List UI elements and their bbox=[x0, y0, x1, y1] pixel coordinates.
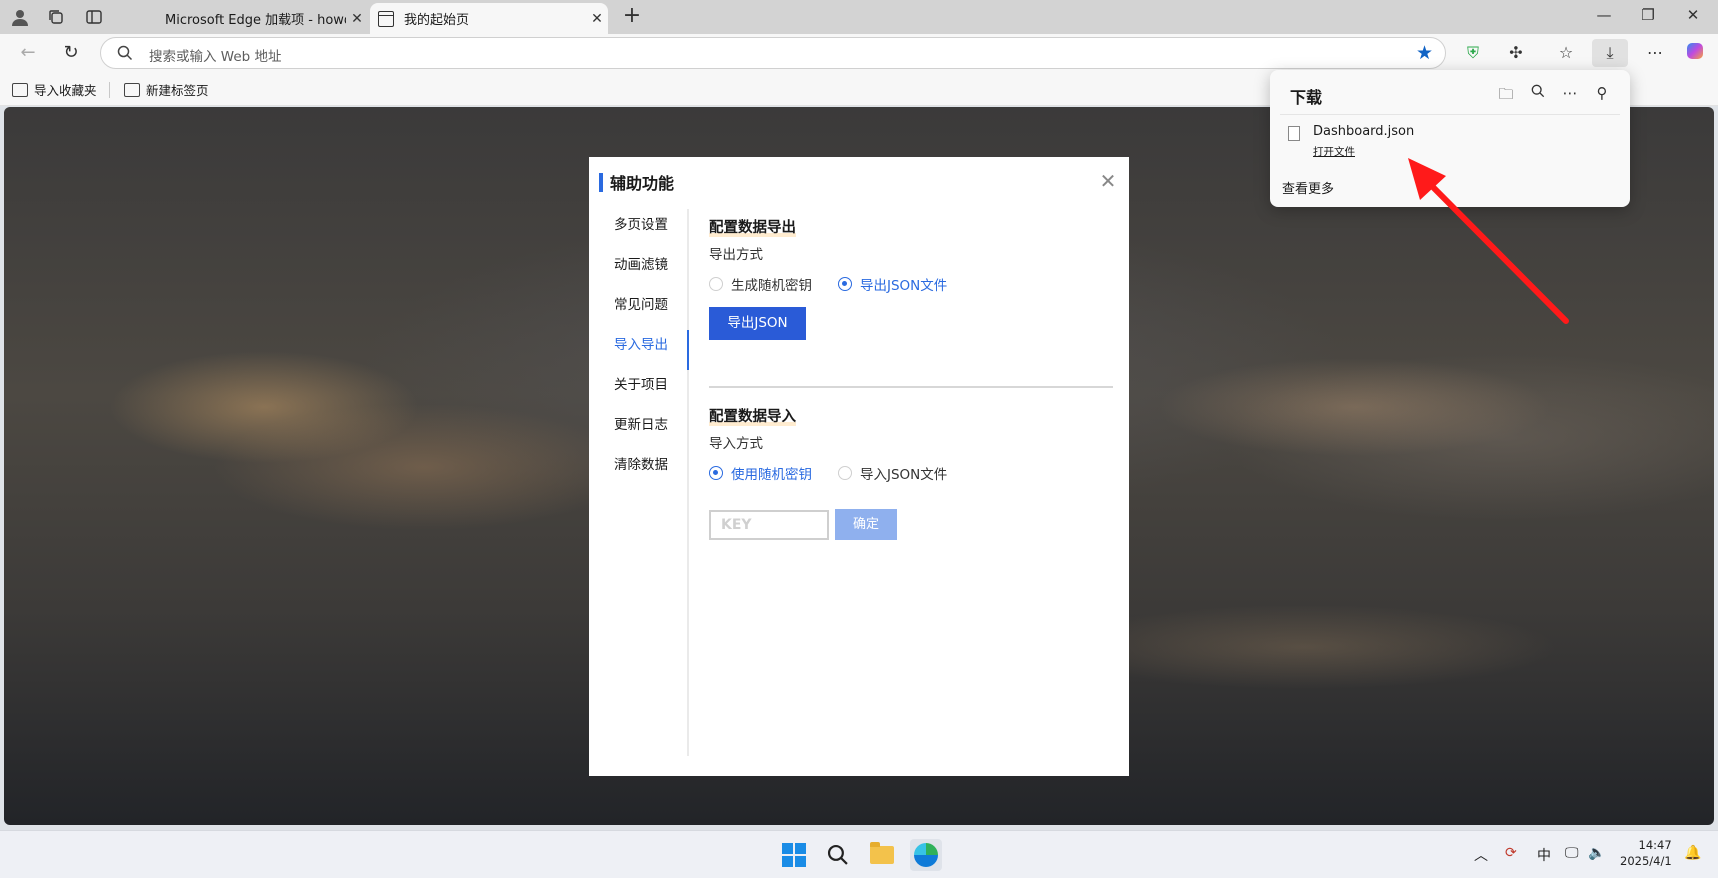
dialog-title: 辅助功能 bbox=[610, 174, 675, 193]
favbar-label: 新建标签页 bbox=[146, 83, 209, 98]
radio-dot bbox=[709, 466, 723, 480]
more-menu-icon[interactable]: ⋯ bbox=[1642, 41, 1668, 65]
pin-icon[interactable]: ⚲ bbox=[1592, 84, 1612, 104]
sidebar-item-changelog[interactable]: 更新日志 bbox=[589, 409, 689, 449]
search-icon[interactable] bbox=[1528, 84, 1548, 104]
notification-icon[interactable]: 🔔 bbox=[1684, 845, 1701, 861]
radio-label: 导入JSON文件 bbox=[860, 467, 948, 483]
close-tab-icon[interactable]: ✕ bbox=[586, 11, 608, 27]
workspaces-icon[interactable] bbox=[46, 7, 66, 27]
search-icon bbox=[117, 45, 133, 61]
open-file-link[interactable]: 打开文件 bbox=[1313, 144, 1355, 159]
network-icon[interactable]: 🖵 bbox=[1565, 845, 1579, 861]
export-json-button[interactable]: 导出JSON bbox=[709, 307, 806, 340]
sidebar-item-multipage[interactable]: 多页设置 bbox=[589, 209, 689, 249]
sidebar-item-import-export[interactable]: 导入导出 bbox=[589, 329, 689, 369]
favbar-import-favorites[interactable]: 导入收藏夹 bbox=[12, 80, 97, 99]
tab-edge-addons[interactable]: Microsoft Edge 加载项 - howdz起 ✕ bbox=[131, 3, 368, 34]
back-icon[interactable]: ← bbox=[16, 42, 40, 64]
radio-import-json[interactable]: 导入JSON文件 bbox=[838, 463, 947, 483]
divider bbox=[1280, 114, 1620, 115]
restore-icon[interactable]: ❐ bbox=[1638, 6, 1658, 26]
taskbar: ︿ ⟳ 中 🖵 🔈 14:47 2025/4/1 🔔 bbox=[0, 830, 1718, 878]
close-tab-icon[interactable]: ✕ bbox=[346, 11, 368, 27]
refresh-icon[interactable]: ↻ bbox=[59, 42, 83, 64]
volume-icon[interactable]: 🔈 bbox=[1588, 845, 1605, 861]
close-dialog-icon[interactable]: ✕ bbox=[1097, 169, 1119, 193]
downloads-title: 下载 bbox=[1290, 88, 1323, 107]
page-icon bbox=[378, 10, 394, 27]
tab-title: 我的起始页 bbox=[404, 13, 470, 28]
key-input[interactable]: KEY bbox=[709, 510, 829, 540]
tab-strip: Microsoft Edge 加载项 - howdz起 ✕ 我的起始页 ✕ + … bbox=[0, 0, 1718, 34]
divider bbox=[109, 82, 110, 98]
profile-icon[interactable] bbox=[10, 7, 30, 27]
page-icon bbox=[124, 82, 140, 97]
dialog-sidebar: 多页设置 动画滤镜 常见问题 导入导出 关于项目 更新日志 清除数据 bbox=[589, 209, 689, 489]
radio-generate-key[interactable]: 生成随机密钥 bbox=[709, 274, 812, 294]
favorites-icon[interactable]: ☆ bbox=[1553, 41, 1579, 65]
radio-use-key[interactable]: 使用随机密钥 bbox=[709, 463, 812, 483]
windows-start-icon[interactable] bbox=[778, 839, 810, 871]
sync-icon[interactable]: ⟳ bbox=[1505, 845, 1517, 861]
extensions-icon[interactable]: ✣ bbox=[1503, 41, 1529, 65]
radio-export-json[interactable]: 导出JSON文件 bbox=[838, 274, 947, 294]
favbar-new-tab[interactable]: 新建标签页 bbox=[124, 80, 209, 99]
import-icon bbox=[12, 82, 28, 97]
section-divider bbox=[709, 386, 1113, 388]
ime-indicator[interactable]: 中 bbox=[1537, 845, 1551, 865]
downloads-icon[interactable]: ⤓ bbox=[1592, 39, 1628, 67]
file-icon bbox=[1288, 126, 1300, 141]
radio-label: 生成随机密钥 bbox=[731, 278, 812, 294]
new-tab-button[interactable]: + bbox=[620, 5, 644, 29]
radio-dot bbox=[838, 277, 852, 291]
annotation-arrow-icon bbox=[1408, 158, 1569, 324]
sidebar-divider bbox=[687, 209, 689, 756]
sidebar-item-animation[interactable]: 动画滤镜 bbox=[589, 249, 689, 289]
sidebar-item-clear-data[interactable]: 清除数据 bbox=[589, 449, 689, 489]
export-method-label: 导出方式 bbox=[709, 247, 763, 263]
address-placeholder: 搜索或输入 Web 地址 bbox=[149, 49, 282, 65]
import-method-options: 使用随机密钥 导入JSON文件 bbox=[709, 463, 973, 483]
shield-icon[interactable]: ⛨ bbox=[1460, 41, 1486, 65]
accessibility-dialog: 辅助功能 ✕ 多页设置 动画滤镜 常见问题 导入导出 关于项目 更新日志 清除数… bbox=[589, 157, 1129, 776]
more-options-icon[interactable]: ⋯ bbox=[1560, 84, 1580, 104]
search-icon[interactable] bbox=[822, 839, 854, 871]
favbar-label: 导入收藏夹 bbox=[34, 83, 97, 98]
tab-start-page[interactable]: 我的起始页 ✕ bbox=[370, 3, 608, 34]
sidebar-item-about[interactable]: 关于项目 bbox=[589, 369, 689, 409]
clock[interactable]: 14:47 2025/4/1 bbox=[1620, 837, 1672, 869]
vertical-tabs-icon[interactable] bbox=[84, 7, 104, 27]
sidebar-active-indicator bbox=[687, 330, 689, 370]
import-section-title: 配置数据导入 bbox=[709, 405, 796, 426]
sidebar-item-faq[interactable]: 常见问题 bbox=[589, 289, 689, 329]
favorite-star-icon[interactable]: ★ bbox=[1416, 42, 1433, 64]
export-method-options: 生成随机密钥 导出JSON文件 bbox=[709, 274, 973, 294]
see-more-link[interactable]: 查看更多 bbox=[1282, 178, 1334, 197]
dialog-header: 辅助功能 bbox=[599, 170, 674, 194]
minimize-icon[interactable]: — bbox=[1594, 6, 1614, 26]
confirm-button[interactable]: 确定 bbox=[835, 509, 897, 540]
import-method-label: 导入方式 bbox=[709, 436, 763, 452]
tray-overflow-icon[interactable]: ︿ bbox=[1474, 845, 1488, 865]
browser-toolbar: ← ↻ 搜索或输入 Web 地址 ★ ⛨ ✣ ☆ ⤓ ⋯ bbox=[0, 34, 1718, 72]
radio-label: 导出JSON文件 bbox=[860, 278, 948, 294]
open-folder-icon[interactable]: 🗀 bbox=[1496, 84, 1516, 104]
tab-title: Microsoft Edge 加载项 - howdz起 bbox=[165, 13, 346, 28]
radio-dot bbox=[709, 277, 723, 291]
microsoft-logo-icon bbox=[139, 11, 155, 27]
title-accent-bar bbox=[599, 172, 603, 192]
radio-dot bbox=[838, 466, 852, 480]
address-bar[interactable]: 搜索或输入 Web 地址 ★ bbox=[100, 37, 1446, 69]
file-explorer-icon[interactable] bbox=[866, 839, 898, 871]
radio-label: 使用随机密钥 bbox=[731, 467, 812, 483]
copilot-icon[interactable] bbox=[1682, 41, 1708, 65]
download-file-name[interactable]: Dashboard.json bbox=[1313, 124, 1414, 139]
date-text: 2025/4/1 bbox=[1620, 854, 1672, 868]
close-window-icon[interactable]: ✕ bbox=[1683, 6, 1703, 26]
edge-taskbar-icon[interactable] bbox=[910, 839, 942, 871]
export-section-title: 配置数据导出 bbox=[709, 216, 796, 237]
time-text: 14:47 bbox=[1638, 838, 1672, 852]
